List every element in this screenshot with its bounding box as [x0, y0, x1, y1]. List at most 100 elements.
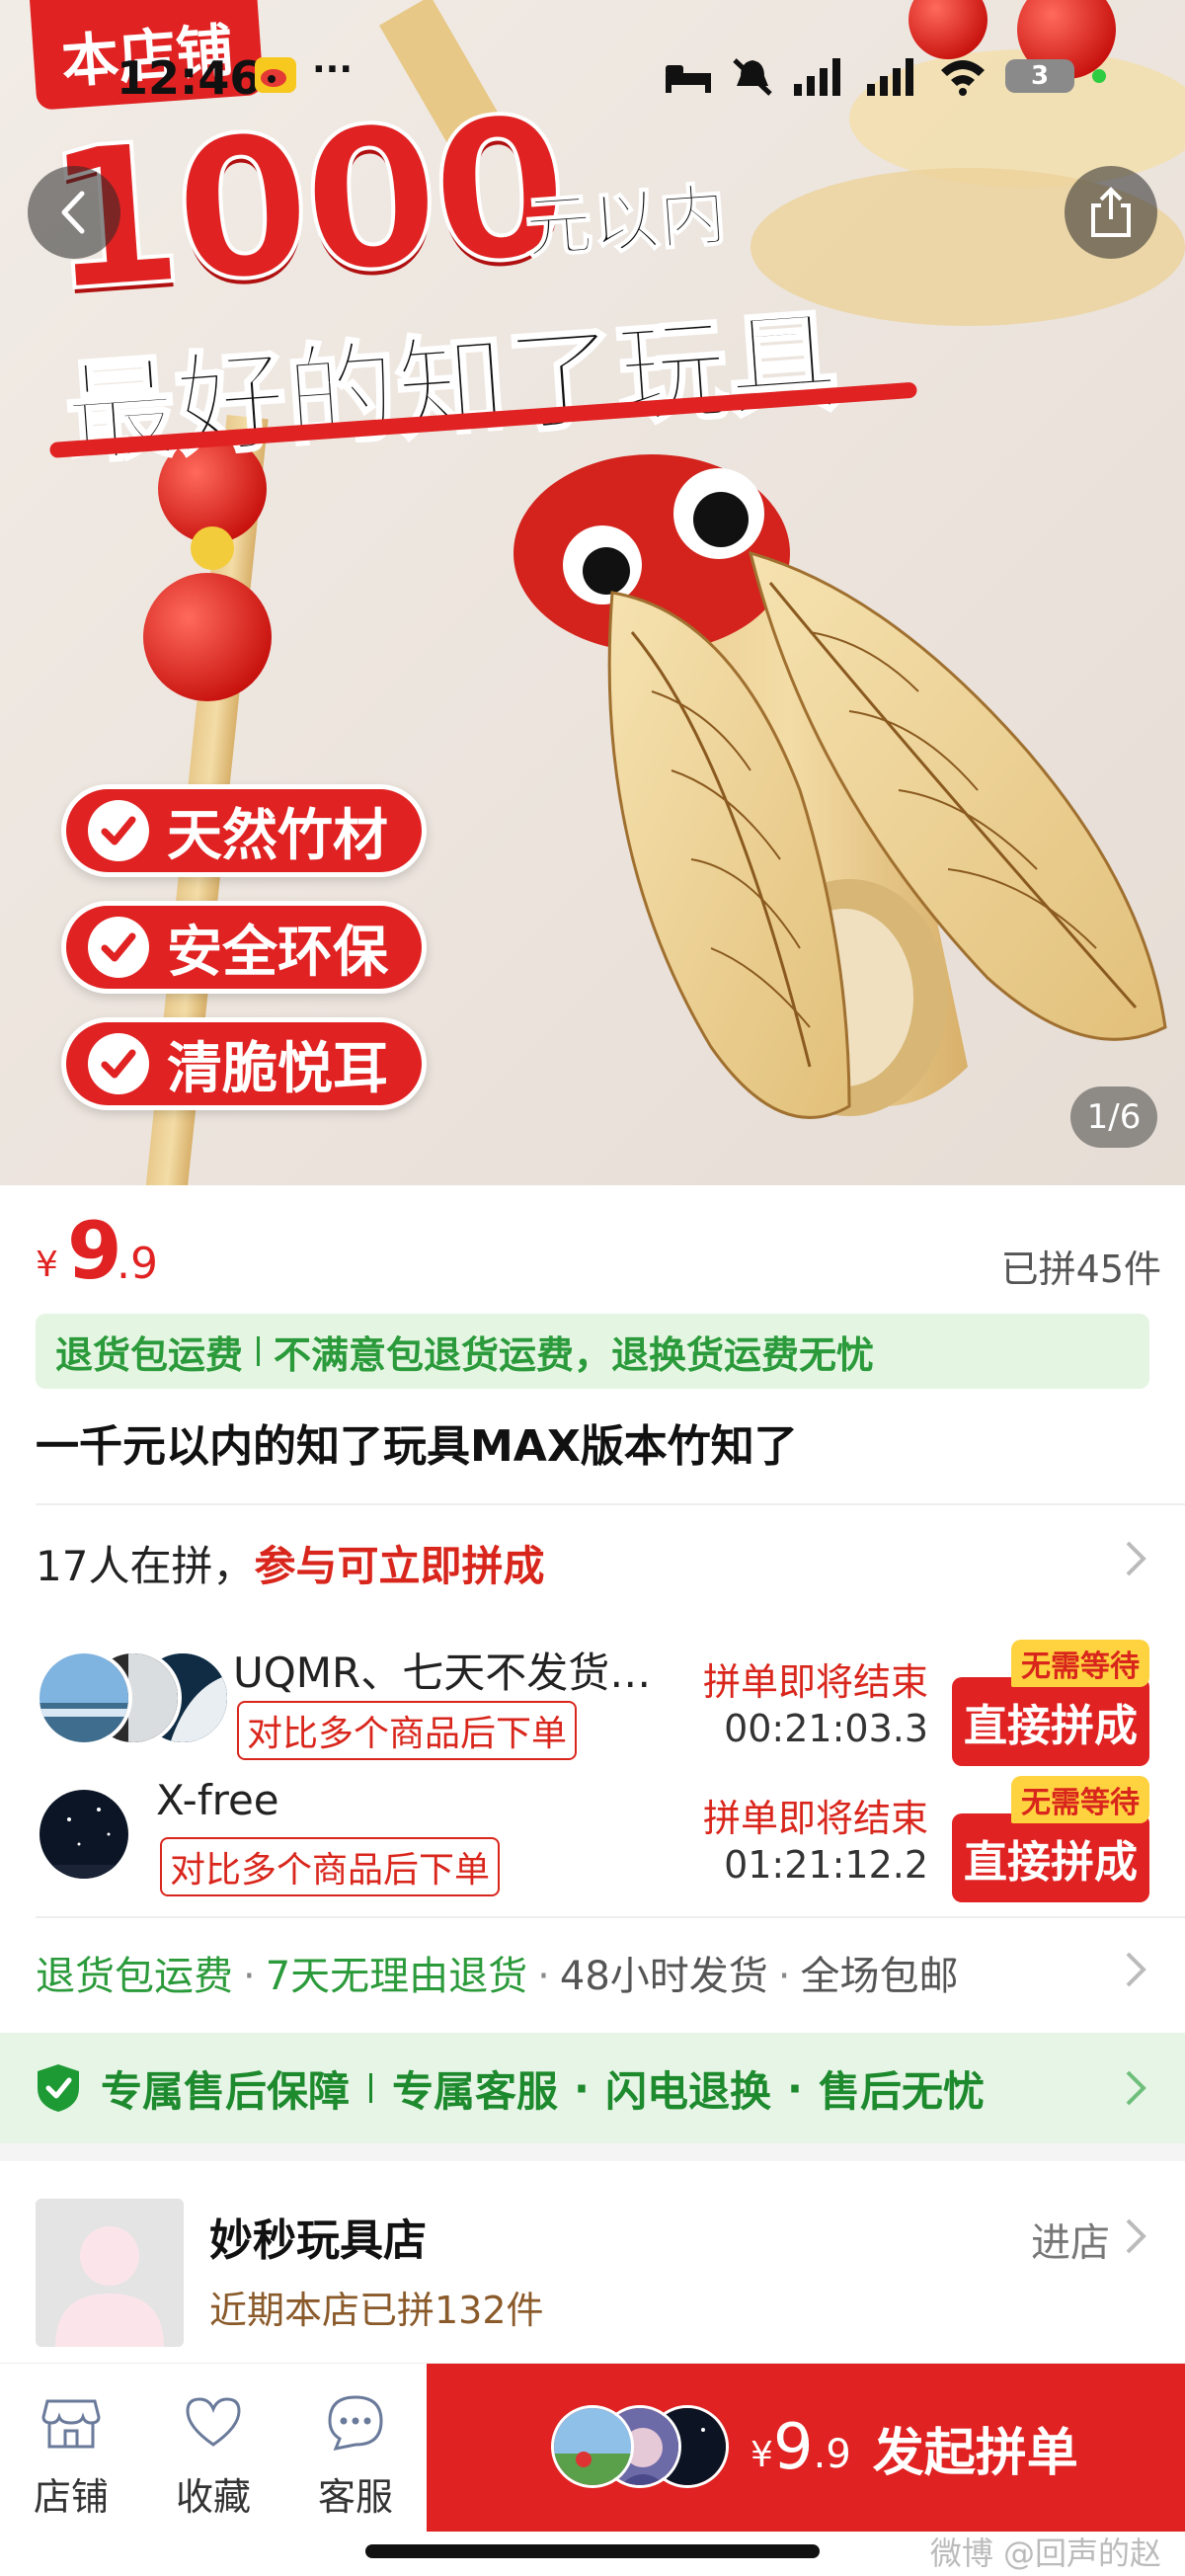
- group-avatars: [551, 2405, 729, 2490]
- avatar: [551, 2405, 634, 2488]
- chevron-right-icon: [1126, 2218, 1146, 2254]
- feature-badge-safe-eco: 安全环保: [61, 901, 427, 994]
- avatar: [36, 1786, 132, 1883]
- return-shipping-detail: 不满意包退货运费，退换货运费无忧: [274, 1332, 875, 1377]
- after-sale-item: 专属客服: [392, 2066, 559, 2116]
- joined-count: 已拼45件: [1000, 1248, 1161, 1291]
- check-icon: [88, 917, 149, 978]
- no-wait-badge: 无需等待: [1011, 1776, 1149, 1823]
- avatar: [36, 1650, 132, 1746]
- share-icon: [1091, 187, 1131, 237]
- guarantee-48h-ship: 48小时发货: [559, 1954, 768, 1999]
- chevron-right-icon: [1126, 1541, 1146, 1576]
- after-sale-label: 专属售后保障: [101, 2066, 351, 2116]
- start-group-buy-button[interactable]: ¥ 9 .9 发起拼单: [427, 2364, 1185, 2532]
- group-buy-hint: 参与可立即拼成: [254, 1542, 545, 1590]
- divider: [36, 1503, 1185, 1505]
- tab-customer-service[interactable]: 客服: [296, 2393, 415, 2521]
- default-avatar-icon: [36, 2199, 184, 2347]
- section-gap: [0, 2143, 1185, 2161]
- divider: [369, 2073, 373, 2103]
- chevron-left-icon: [61, 191, 85, 234]
- price-currency: ¥: [36, 1245, 58, 1285]
- back-button[interactable]: [28, 166, 120, 259]
- shop-name: 妙秒玩具店: [209, 2215, 427, 2266]
- product-image-carousel[interactable]: 本店铺 1000 元以内 最好的知了玩具 12:46 ··· 3 天然竹材 安全…: [0, 0, 1185, 1185]
- cellular-signal-icon: [794, 58, 840, 96]
- bottom-action-bar: 店铺 收藏 客服 ¥ 9 .9 发起拼单: [0, 2363, 1185, 2532]
- compare-tag: 对比多个商品后下单: [237, 1701, 578, 1760]
- shop-avatar[interactable]: [36, 2199, 184, 2347]
- launch-price-decimal: .9: [813, 2432, 851, 2477]
- tab-label: 店铺: [33, 2475, 109, 2519]
- tab-label: 收藏: [175, 2475, 251, 2519]
- feature-label: 清脆悦耳: [167, 1036, 388, 1101]
- group-user-name: X-free: [156, 1776, 279, 1824]
- chevron-right-icon: [1126, 1952, 1146, 1987]
- watermark: 微博 @回声的赵: [929, 2535, 1161, 2572]
- group-buy-count: 17人在拼，: [36, 1542, 255, 1590]
- wifi-icon: [941, 60, 985, 96]
- after-sale-item: 售后无忧: [818, 2066, 985, 2116]
- group-buy-header[interactable]: 17人在拼，参与可立即拼成: [36, 1533, 1149, 1592]
- launch-price-currency: ¥: [750, 2434, 773, 2475]
- shield-check-icon: [38, 2064, 79, 2112]
- compare-tag: 对比多个商品后下单: [160, 1837, 501, 1896]
- tab-label: 客服: [317, 2475, 393, 2519]
- return-shipping-label: 退货包运费: [55, 1332, 244, 1377]
- return-shipping-banner: 退货包运费 不满意包退货运费，退换货运费无忧: [36, 1314, 1149, 1389]
- after-sale-banner[interactable]: 专属售后保障 专属客服 · 闪电退换 · 售后无忧: [0, 2033, 1185, 2143]
- join-group-button[interactable]: 直接拼成: [952, 1813, 1149, 1902]
- store-icon: [41, 2399, 101, 2449]
- share-button[interactable]: [1065, 166, 1157, 259]
- price-decimal: .9: [117, 1239, 158, 1289]
- feature-badge-natural-bamboo: 天然竹材: [61, 784, 427, 877]
- tab-favorite[interactable]: 收藏: [154, 2393, 273, 2521]
- group-countdown: 01:21:12.2: [724, 1843, 928, 1887]
- group-row[interactable]: UQMR、七天不发货… 对比多个商品后下单 拼单即将结束 00:21:03.3 …: [36, 1640, 1149, 1778]
- status-time: 12:46: [117, 51, 262, 105]
- tab-store[interactable]: 店铺: [12, 2393, 130, 2521]
- price-integer: 9: [67, 1205, 122, 1297]
- check-icon: [88, 800, 149, 861]
- group-countdown: 00:21:03.3: [724, 1707, 928, 1750]
- price-row: ¥ 9 .9 已拼45件: [36, 1205, 1161, 1297]
- chevron-right-icon: [1126, 2070, 1146, 2106]
- divider: [36, 1916, 1185, 1918]
- guarantee-free-return: 退货包运费: [36, 1954, 233, 1999]
- headline-unit: 元以内: [521, 176, 730, 270]
- check-icon: [88, 1033, 149, 1094]
- guarantee-free-shipping: 全场包邮: [800, 1954, 959, 1999]
- mute-bell-icon: [733, 58, 772, 96]
- no-wait-badge: 无需等待: [1011, 1640, 1149, 1687]
- dot-separator: ·: [777, 1954, 791, 1999]
- chat-icon: [328, 2395, 383, 2452]
- guarantee-row[interactable]: 退货包运费 · 7天无理由退货 · 48小时发货 · 全场包邮: [36, 1944, 1149, 2003]
- dot-separator: ·: [537, 1954, 550, 1999]
- status-more-dots: ···: [312, 49, 354, 90]
- enter-shop-link[interactable]: 进店: [1031, 2211, 1110, 2268]
- weibo-icon: [255, 57, 296, 93]
- guarantee-7day-return: 7天无理由退货: [265, 1954, 528, 1999]
- divider: [257, 1336, 261, 1366]
- dot-separator: ·: [243, 1954, 256, 1999]
- bed-icon: [666, 65, 711, 93]
- product-title: 一千元以内的知了玩具MAX版本竹知了: [36, 1421, 798, 1472]
- launch-label: 发起拼单: [872, 2423, 1078, 2483]
- join-group-button[interactable]: 直接拼成: [952, 1677, 1149, 1766]
- status-bar: 12:46 ··· 3: [0, 45, 1185, 105]
- launch-price-integer: 9: [772, 2411, 814, 2484]
- group-status: 拼单即将结束: [702, 1660, 928, 1704]
- shop-card[interactable]: 妙秒玩具店 近期本店已拼132件 进店: [36, 2199, 1149, 2347]
- home-indicator[interactable]: [365, 2544, 820, 2558]
- dot-separator: ·: [787, 2063, 803, 2113]
- group-status: 拼单即将结束: [702, 1797, 928, 1840]
- feature-label: 安全环保: [167, 920, 388, 985]
- heart-icon: [186, 2397, 241, 2447]
- feature-badge-crisp-sound: 清脆悦耳: [61, 1017, 427, 1110]
- dot-separator: ·: [574, 2063, 590, 2113]
- feature-label: 天然竹材: [167, 803, 388, 868]
- group-user-name: UQMR、七天不发货…: [233, 1649, 652, 1697]
- image-page-counter: 1/6: [1070, 1087, 1157, 1148]
- group-row[interactable]: X-free 对比多个商品后下单 拼单即将结束 01:21:12.2 无需等待 …: [36, 1776, 1149, 1914]
